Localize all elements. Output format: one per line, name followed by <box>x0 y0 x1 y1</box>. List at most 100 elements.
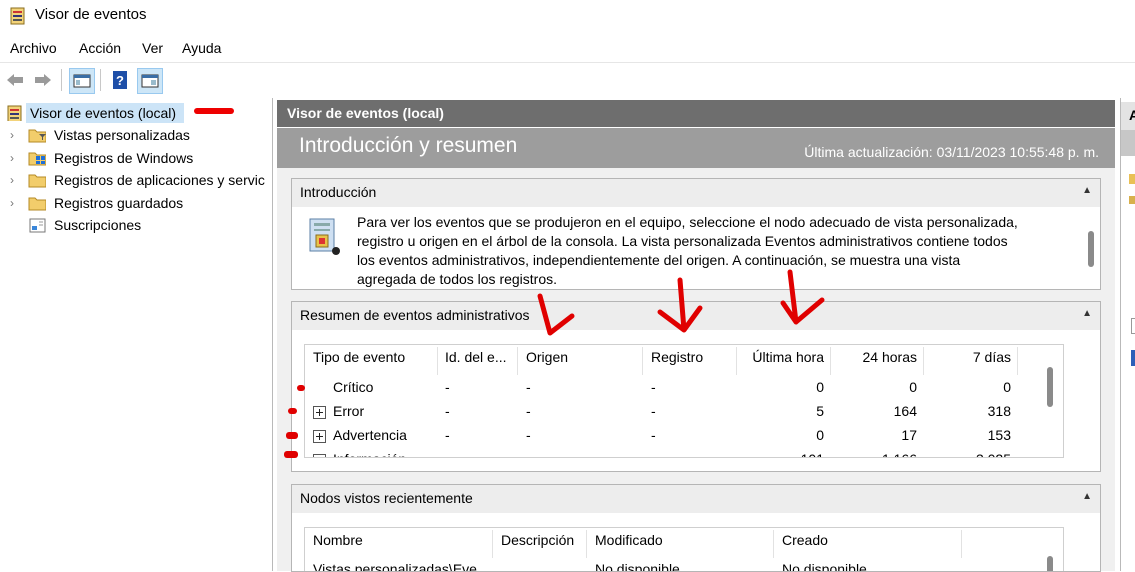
chevron-right-icon[interactable]: › <box>10 128 14 142</box>
chevron-right-icon[interactable]: › <box>10 151 14 165</box>
column-header-descripcion[interactable]: Descripción <box>501 532 574 554</box>
summary-section-header[interactable]: Resumen de eventos administrativos ▲ <box>291 301 1101 331</box>
column-header-7-dias[interactable]: 7 días <box>923 349 1011 371</box>
tree-item-root[interactable]: Visor de eventos (local) <box>0 103 272 125</box>
chevron-right-icon[interactable]: › <box>10 196 14 210</box>
tree-item-label: Registros guardados <box>54 195 184 211</box>
folder-icon <box>28 174 46 188</box>
cell-7d: 0 <box>1003 379 1011 395</box>
summary-scrollbar[interactable] <box>1047 367 1053 407</box>
folder-icon <box>28 197 46 211</box>
expand-plus-icon[interactable] <box>313 406 326 419</box>
column-header-nombre[interactable]: Nombre <box>313 532 363 554</box>
recent-scrollbar[interactable] <box>1047 556 1053 571</box>
expand-plus-icon[interactable] <box>313 454 326 457</box>
column-header-origen[interactable]: Origen <box>526 349 568 371</box>
expand-plus-icon[interactable] <box>313 430 326 443</box>
show-hide-tree-button[interactable] <box>69 68 95 94</box>
tree-item-suscripciones[interactable]: Suscripciones <box>0 215 272 237</box>
recent-cell-created: No disponible <box>782 561 867 572</box>
cell-event-type: Crítico <box>333 379 374 395</box>
recent-section-header[interactable]: Nodos vistos recientemente ▲ <box>291 484 1101 514</box>
column-divider[interactable] <box>517 347 518 375</box>
svg-text:?: ? <box>116 73 124 88</box>
chevron-right-icon[interactable]: › <box>10 173 14 187</box>
main-pane: Visor de eventos (local) Introducción y … <box>277 98 1115 572</box>
cell-event-type: Advertencia <box>333 427 407 443</box>
recent-section-body: Nombre Descripción Modificado Creado Vis… <box>291 513 1101 572</box>
summary-table-row[interactable]: Información 101 1.166 3.025 <box>305 451 1045 457</box>
tree-item-registros-guardados[interactable]: › Registros guardados <box>0 193 272 215</box>
menu-ayuda[interactable]: Ayuda <box>182 40 221 56</box>
toolbar: ? <box>0 62 1135 97</box>
tree-item-vistas-personalizadas[interactable]: › Vistas personalizadas <box>0 125 272 147</box>
action-icon[interactable] <box>1129 174 1135 184</box>
event-viewer-icon <box>7 105 22 121</box>
toolbar-separator <box>61 69 62 91</box>
column-header-ultima-hora[interactable]: Última hora <box>736 349 824 371</box>
menu-archivo[interactable]: Archivo <box>10 40 57 56</box>
cell-origin: - <box>526 403 531 419</box>
menu-accion[interactable]: Acción <box>79 40 121 56</box>
column-divider[interactable] <box>586 530 587 558</box>
collapse-caret-icon[interactable]: ▲ <box>1082 185 1092 196</box>
column-header-modificado[interactable]: Modificado <box>595 532 663 554</box>
column-divider[interactable] <box>773 530 774 558</box>
column-header-24-horas[interactable]: 24 horas <box>830 349 917 371</box>
show-hide-actions-button[interactable] <box>137 68 163 94</box>
help-icon: ? <box>113 71 127 89</box>
menu-bar: Archivo Acción Ver Ayuda <box>0 36 1135 62</box>
actions-pane-subheader <box>1121 130 1135 156</box>
cell-log: - <box>651 403 656 419</box>
cell-7d: 3.025 <box>923 451 1011 457</box>
column-header-tipo[interactable]: Tipo de evento <box>313 349 405 371</box>
cell-7d: 153 <box>987 427 1011 443</box>
intro-scrollbar[interactable] <box>1088 231 1094 267</box>
cell-24h: 0 <box>909 379 917 395</box>
console-tree: Visor de eventos (local) › Vistas person… <box>0 98 273 571</box>
cell-24h: 17 <box>901 427 917 443</box>
summary-table-row[interactable]: Error - - - 5 164 318 <box>305 403 1045 425</box>
tree-item-registros-aplicaciones[interactable]: › Registros de aplicaciones y servic <box>0 170 272 192</box>
column-header-id[interactable]: Id. del e... <box>445 349 506 371</box>
column-header-registro[interactable]: Registro <box>651 349 703 371</box>
forward-button[interactable] <box>31 68 55 92</box>
cell-origin: - <box>526 379 531 395</box>
recent-table: Nombre Descripción Modificado Creado Vis… <box>304 527 1064 572</box>
forward-arrow-icon <box>35 74 51 86</box>
cell-log: - <box>651 427 656 443</box>
action-icon[interactable] <box>1131 350 1135 366</box>
intro-section-header[interactable]: Introducción ▲ <box>291 178 1101 208</box>
collapse-caret-icon[interactable]: ▲ <box>1082 308 1092 319</box>
cell-event-id: - <box>445 403 450 419</box>
recent-cell-name[interactable]: Vistas personalizadas\Eve... <box>313 561 489 571</box>
column-divider[interactable] <box>437 347 438 375</box>
event-log-book-icon <box>309 218 340 255</box>
cell-24h: 164 <box>893 403 917 419</box>
column-header-creado[interactable]: Creado <box>782 532 828 554</box>
intro-line: registro u origen en el árbol de la cons… <box>357 233 1008 249</box>
intro-line: agregada de todos los registros. <box>357 271 558 287</box>
summary-table-row[interactable]: Advertencia - - - 0 17 153 <box>305 427 1045 449</box>
column-divider[interactable] <box>961 530 962 558</box>
column-divider[interactable] <box>1017 347 1018 375</box>
help-button[interactable]: ? <box>108 68 132 92</box>
tree-item-registros-windows[interactable]: › Registros de Windows <box>0 148 272 170</box>
main-header: Visor de eventos (local) <box>277 100 1115 127</box>
console-tree-icon <box>73 74 91 88</box>
summary-table-row[interactable]: Crítico - - - 0 0 0 <box>305 379 1045 401</box>
column-divider[interactable] <box>492 530 493 558</box>
action-icon[interactable] <box>1129 196 1135 204</box>
intro-line: los eventos administrativos, independien… <box>357 252 961 268</box>
cell-last-hour: 0 <box>816 427 824 443</box>
menu-ver[interactable]: Ver <box>142 40 163 56</box>
cell-last-hour: 0 <box>816 379 824 395</box>
action-icon[interactable] <box>1131 318 1135 334</box>
section-title: Resumen de eventos administrativos <box>300 307 530 323</box>
column-divider[interactable] <box>642 347 643 375</box>
windows-logs-icon <box>28 152 46 166</box>
actions-pane-header: A <box>1121 102 1135 130</box>
back-button[interactable] <box>3 68 27 92</box>
tree-item-label: Registros de Windows <box>54 150 194 166</box>
collapse-caret-icon[interactable]: ▲ <box>1082 491 1092 502</box>
